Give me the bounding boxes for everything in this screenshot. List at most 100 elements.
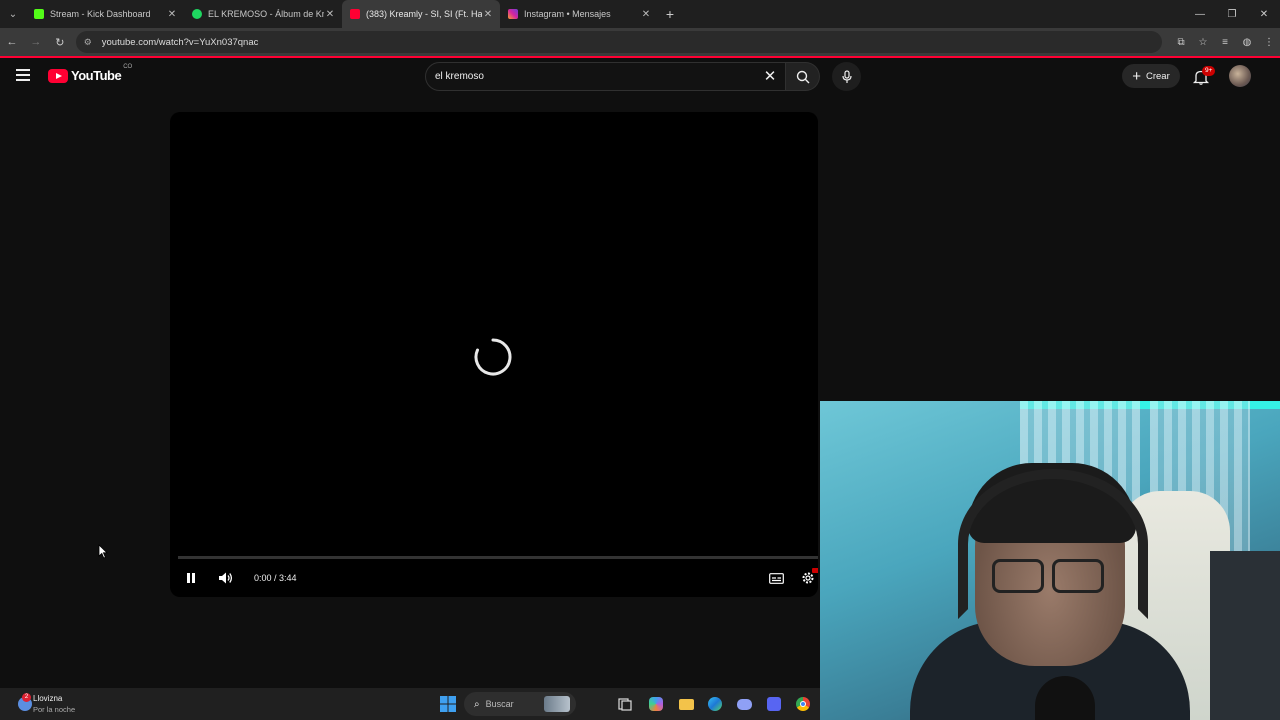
volume-icon xyxy=(219,572,233,584)
bookmark-star-icon[interactable]: ☆ xyxy=(1192,28,1214,56)
youtube-icon xyxy=(350,9,360,19)
spotify-icon xyxy=(192,9,202,19)
windows-taskbar: 2 Llovizna Por la noche ⌕ Buscar xyxy=(0,688,820,720)
create-button[interactable]: + Crear xyxy=(1122,64,1180,88)
task-view-icon xyxy=(618,698,632,711)
weather-text: Llovizna Por la noche xyxy=(33,693,75,715)
pause-button[interactable] xyxy=(182,564,200,592)
search-value: el kremoso xyxy=(435,71,484,82)
microphone-icon xyxy=(841,69,852,83)
close-icon[interactable]: ✕ xyxy=(324,9,336,20)
youtube-header: YouTube CO el kremoso ✕ + Crear 9+ xyxy=(0,58,1280,96)
tab-title: Stream - Kick Dashboard xyxy=(50,9,151,19)
edge-icon xyxy=(708,697,722,711)
plus-icon: + xyxy=(1132,67,1141,85)
close-window-icon[interactable]: ✕ xyxy=(1248,0,1280,28)
weather-widget[interactable]: 2 Llovizna Por la noche xyxy=(18,693,75,715)
folder-icon xyxy=(678,698,694,710)
taskbar-search-placeholder: Buscar xyxy=(485,699,514,709)
taskbar-search[interactable]: ⌕ Buscar xyxy=(464,692,576,716)
instagram-icon xyxy=(508,9,518,19)
progress-bar[interactable] xyxy=(178,556,818,559)
discord-button[interactable] xyxy=(734,694,754,714)
restore-icon[interactable]: ❐ xyxy=(1216,0,1248,28)
weather-badge: 2 xyxy=(22,693,31,702)
copilot-icon xyxy=(649,697,663,711)
notification-count-badge: 9+ xyxy=(1202,66,1216,76)
browser-toolbar: ← → ↻ ⚙ youtube.com/watch?v=YuXn037qnac … xyxy=(0,28,1280,56)
url-bar[interactable]: ⚙ youtube.com/watch?v=YuXn037qnac xyxy=(75,31,1163,53)
time-display: 0:00 / 3:44 xyxy=(254,573,297,583)
discord-icon xyxy=(736,698,752,710)
hamburger-menu-icon[interactable] xyxy=(16,69,30,81)
create-label: Crear xyxy=(1146,70,1170,82)
site-info-icon[interactable]: ⚙ xyxy=(84,37,94,48)
windows-start-icon xyxy=(440,696,456,712)
weather-icon: 2 xyxy=(18,693,32,711)
pause-icon xyxy=(187,573,195,583)
reading-list-icon[interactable]: ≡ xyxy=(1214,28,1236,56)
kick-icon xyxy=(34,9,44,19)
country-code: CO xyxy=(123,64,133,70)
chrome-icon xyxy=(796,697,810,711)
copilot-button[interactable] xyxy=(646,694,666,714)
weather-title: Llovizna xyxy=(33,694,63,703)
back-button[interactable]: ← xyxy=(0,28,24,56)
chrome-button[interactable] xyxy=(793,694,813,714)
toolbar-right-icons: ⧉ ☆ ≡ ◍ ⋮ xyxy=(1170,28,1280,56)
glasses-left-lens xyxy=(992,559,1044,593)
search-highlight-image xyxy=(544,696,570,712)
app-button[interactable] xyxy=(764,694,784,714)
clear-search-icon[interactable]: ✕ xyxy=(760,66,780,86)
app-icon xyxy=(767,697,781,711)
subtitles-button[interactable] xyxy=(766,564,786,592)
youtube-logo[interactable]: YouTube CO xyxy=(48,64,132,83)
video-player[interactable]: 0:00 / 3:44 xyxy=(170,112,818,597)
volume-button[interactable] xyxy=(216,564,236,592)
player-controls: 0:00 / 3:44 xyxy=(170,564,818,592)
tab-kick-dashboard[interactable]: Stream - Kick Dashboard ✕ xyxy=(26,0,184,28)
search-input[interactable]: el kremoso xyxy=(425,62,786,91)
forward-button[interactable]: → xyxy=(24,28,48,56)
window-controls: — ❐ ✕ xyxy=(1184,0,1280,28)
gear-icon xyxy=(802,572,814,584)
browser-tabstrip: ⌄ Stream - Kick Dashboard ✕ EL KREMOSO -… xyxy=(0,0,1280,28)
task-view-button[interactable] xyxy=(615,694,635,714)
subtitles-icon xyxy=(768,572,784,584)
file-explorer-button[interactable] xyxy=(676,694,696,714)
background-shelf xyxy=(1210,551,1280,720)
youtube-play-icon xyxy=(48,68,68,83)
mouse-cursor-icon xyxy=(98,544,108,559)
more-menu-icon[interactable]: ⋮ xyxy=(1258,28,1280,56)
reload-button[interactable]: ↻ xyxy=(48,28,72,56)
close-icon[interactable]: ✕ xyxy=(482,9,494,20)
voice-search-button[interactable] xyxy=(832,62,861,91)
logo-text: YouTube xyxy=(71,68,122,83)
loading-spinner-icon xyxy=(474,338,512,376)
edge-button[interactable] xyxy=(705,694,725,714)
install-app-icon[interactable]: ⧉ xyxy=(1170,28,1192,56)
new-tab-button[interactable]: + xyxy=(658,6,682,22)
url-text: youtube.com/watch?v=YuXn037qnac xyxy=(101,36,259,48)
search-icon: ⌕ xyxy=(474,698,480,710)
profile-icon[interactable]: ◍ xyxy=(1236,28,1258,56)
close-icon[interactable]: ✕ xyxy=(166,9,178,20)
webcam-overlay xyxy=(820,401,1280,720)
screen: ⌄ Stream - Kick Dashboard ✕ EL KREMOSO -… xyxy=(0,0,1280,720)
start-button[interactable] xyxy=(438,694,458,714)
tab-search-chevron-icon[interactable]: ⌄ xyxy=(0,0,26,28)
tab-spotify-album[interactable]: EL KREMOSO - Álbum de Kreamly ✕ xyxy=(184,0,342,28)
headphones xyxy=(958,469,1148,619)
weather-subtitle: Por la noche xyxy=(33,705,76,714)
account-avatar[interactable] xyxy=(1229,65,1251,87)
tab-title: (383) Kreamly - SI, SI (Ft. Harry xyxy=(366,9,482,19)
close-icon[interactable]: ✕ xyxy=(640,9,652,20)
glasses-right-lens xyxy=(1052,559,1104,593)
tab-instagram[interactable]: Instagram • Mensajes ✕ xyxy=(500,0,658,28)
hd-badge xyxy=(812,568,818,573)
tab-title: Instagram • Mensajes xyxy=(524,9,611,19)
tab-youtube-video[interactable]: (383) Kreamly - SI, SI (Ft. Harry ✕ xyxy=(342,0,500,28)
minimize-icon[interactable]: — xyxy=(1184,0,1216,28)
search-button[interactable] xyxy=(786,62,820,91)
tab-title: EL KREMOSO - Álbum de Kreamly xyxy=(208,9,324,19)
